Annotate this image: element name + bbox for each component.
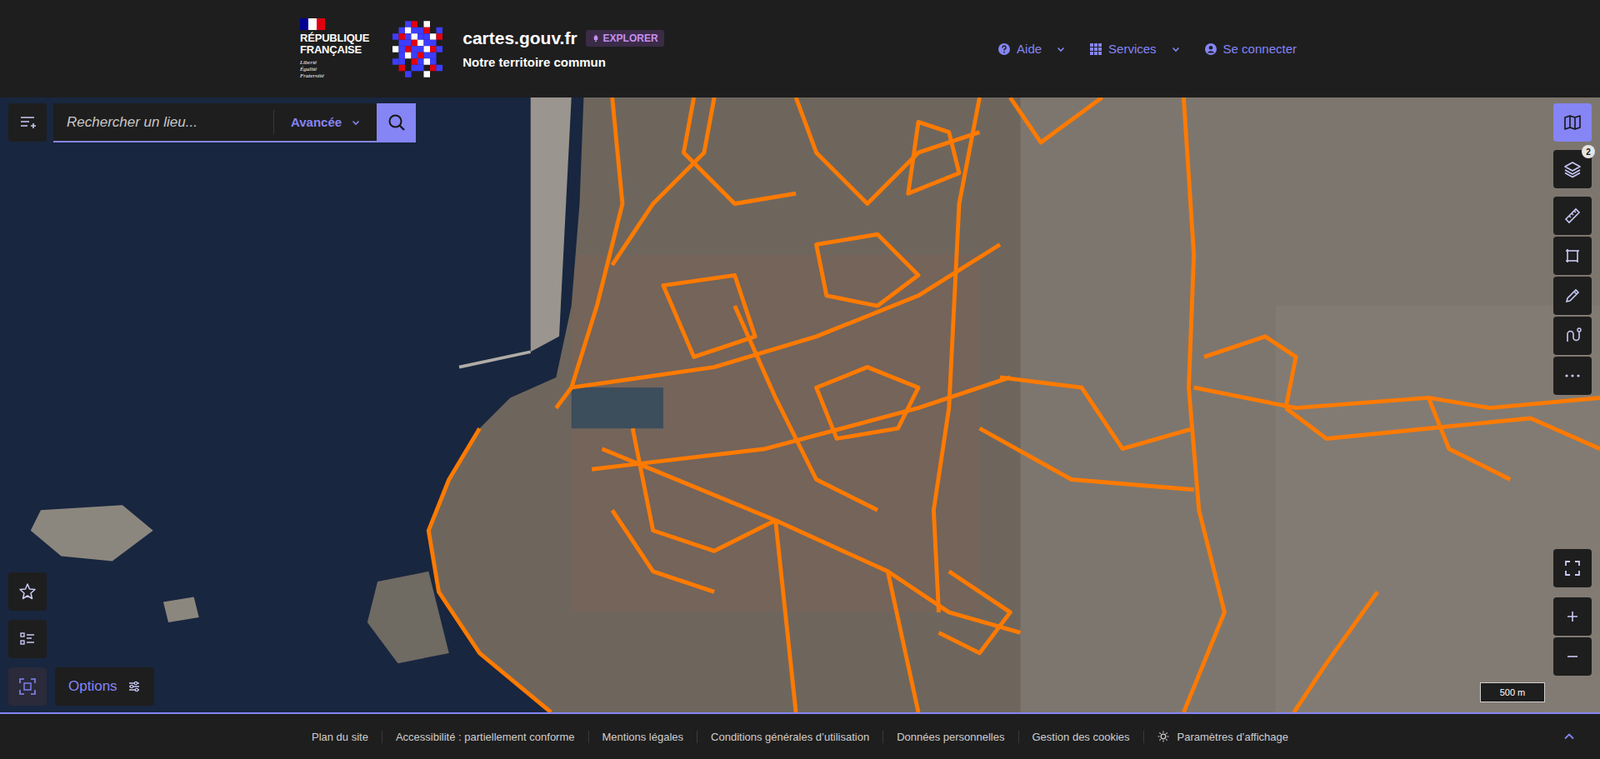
rocket-icon	[591, 34, 600, 43]
tools-group	[1553, 196, 1592, 395]
tool-button[interactable]	[1553, 276, 1592, 315]
republic-text: RÉPUBLIQUE	[300, 32, 370, 45]
nav-item[interactable]: Se connecter	[1201, 36, 1300, 61]
options-button[interactable]: Options	[55, 667, 155, 706]
chevron-up-icon	[1563, 730, 1575, 743]
ruler-icon	[1563, 206, 1582, 225]
pencil-icon	[1563, 286, 1582, 305]
favorite-icon	[18, 582, 37, 601]
footer-link[interactable]: Gestion des cookies	[1018, 730, 1144, 744]
search-input[interactable]	[53, 103, 274, 141]
minus-icon	[1565, 650, 1580, 664]
tool-button[interactable]	[1553, 316, 1592, 355]
left-controls: Options	[8, 572, 155, 706]
marianne-icon	[300, 18, 325, 30]
footer-toggle-button[interactable]	[1560, 727, 1579, 746]
zoom-group	[1553, 597, 1592, 676]
basemap-button[interactable]	[1553, 103, 1592, 142]
header-nav: Aide Services Se connecter	[995, 36, 1300, 61]
zoom-out-button[interactable]	[1553, 637, 1592, 676]
left-control-button[interactable]	[8, 667, 47, 706]
layers-button[interactable]: 2	[1553, 150, 1592, 189]
legend-icon	[18, 630, 37, 649]
more-icon	[1563, 366, 1582, 385]
fullscreen-button[interactable]	[1553, 549, 1592, 588]
motto: LibertéÉgalitéFraternité	[300, 59, 370, 80]
satellite-map[interactable]	[0, 97, 1600, 713]
site-title: cartes.gouv.fr EXPLORER Notre territoire…	[462, 28, 664, 70]
grid-icon	[1090, 43, 1102, 55]
footer-link[interactable]: Accessibilité : partiellement conforme	[381, 730, 589, 744]
route-icon	[1563, 326, 1582, 345]
account-icon	[1205, 43, 1217, 55]
map-icon	[1563, 113, 1582, 132]
area-icon	[1563, 246, 1582, 265]
chevron-down-icon	[351, 118, 360, 127]
zoom-controls	[1553, 549, 1592, 676]
chevron-down-icon	[1171, 45, 1180, 54]
left-control-button[interactable]	[8, 572, 47, 611]
map[interactable]: Avancée 2 500 m Options	[0, 97, 1600, 713]
nav-item[interactable]: Services	[1086, 36, 1184, 61]
explorer-badge: EXPLORER	[585, 30, 665, 47]
footer-link[interactable]: Plan du site	[298, 730, 382, 744]
display-settings-link[interactable]: Paramètres d’affichage	[1143, 730, 1302, 744]
brand[interactable]: RÉPUBLIQUEFRANÇAISE LibertéÉgalitéFrater…	[300, 18, 665, 80]
chevron-down-icon	[1056, 45, 1065, 54]
republic-logo: RÉPUBLIQUEFRANÇAISE LibertéÉgalitéFrater…	[300, 18, 370, 80]
footer-links: Plan du siteAccessibilité : partiellemen…	[298, 730, 1302, 744]
menu-add-icon	[19, 115, 36, 130]
tool-button[interactable]	[1553, 356, 1592, 395]
zoom-in-button[interactable]	[1553, 597, 1592, 636]
search-field: Avancée	[53, 103, 416, 143]
sun-icon	[1157, 730, 1170, 743]
tool-button[interactable]	[1553, 236, 1592, 275]
catalog-menu-button[interactable]	[8, 103, 47, 142]
help-icon	[998, 43, 1010, 55]
map-toolbar: 2	[1553, 103, 1592, 395]
tool-button[interactable]	[1553, 196, 1592, 235]
extent-icon	[18, 677, 37, 696]
layers-icon	[1563, 160, 1582, 179]
footer: Plan du siteAccessibilité : partiellemen…	[0, 712, 1600, 759]
search-bar: Avancée	[8, 103, 416, 143]
header: RÉPUBLIQUEFRANÇAISE LibertéÉgalitéFrater…	[0, 0, 1600, 98]
footer-link[interactable]: Données personnelles	[882, 730, 1018, 744]
search-icon	[387, 113, 406, 132]
sliders-icon	[127, 680, 141, 694]
page: RÉPUBLIQUEFRANÇAISE LibertéÉgalitéFrater…	[0, 0, 1600, 759]
plus-icon	[1565, 610, 1580, 624]
footer-link[interactable]: Conditions générales d’utilisation	[696, 730, 883, 744]
search-mode-dropdown[interactable]: Avancée	[273, 110, 377, 135]
left-control-button[interactable]	[8, 620, 47, 659]
pixel-logo-icon	[392, 20, 443, 78]
site-name: cartes.gouv.fr	[462, 28, 577, 49]
nav-item[interactable]: Aide	[995, 36, 1069, 61]
layers-count-badge: 2	[1581, 145, 1595, 159]
republic-text: FRANÇAISE	[300, 44, 370, 56]
fullscreen-icon	[1564, 560, 1581, 577]
footer-link[interactable]: Mentions légales	[588, 730, 698, 744]
search-button[interactable]	[376, 103, 416, 141]
tagline: Notre territoire commun	[462, 55, 664, 70]
scale-bar: 500 m	[1480, 682, 1545, 703]
